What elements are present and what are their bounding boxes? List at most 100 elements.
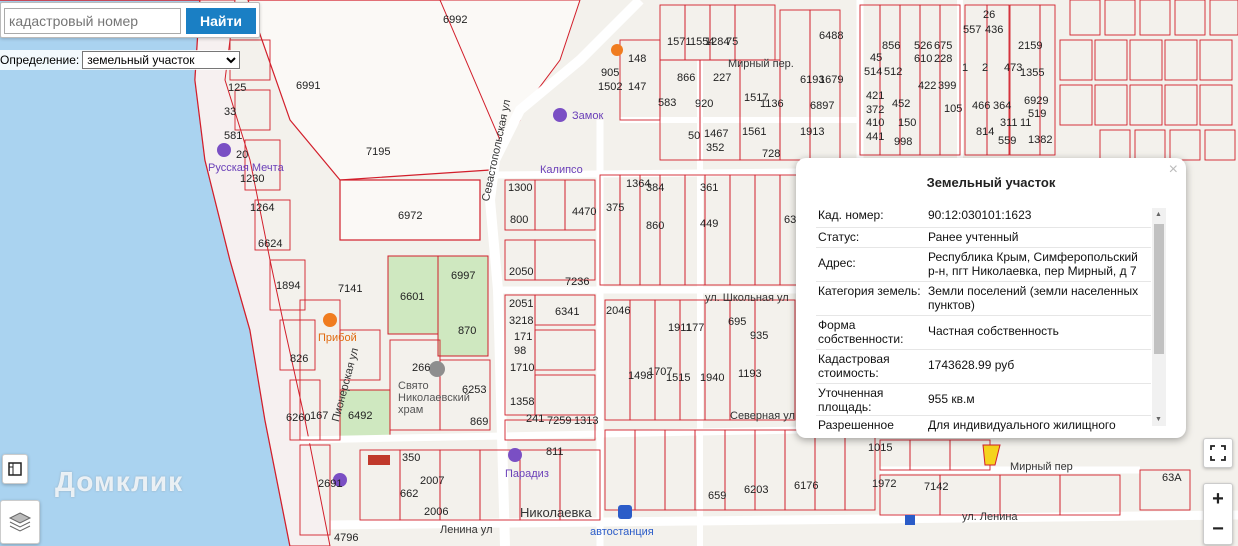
parcel-label: 856	[882, 40, 901, 52]
parcel-label: 7142	[924, 481, 949, 493]
parcel-label: 811	[546, 446, 564, 458]
parcel-label: 6492	[348, 410, 373, 422]
parcel-label: 421	[866, 90, 885, 102]
parcel-label: 6260	[286, 412, 311, 424]
detail-key: Кадастровая стоимость:	[818, 352, 890, 380]
parcel-label: 1230	[240, 173, 265, 185]
detail-value: Ранее учтенный	[928, 230, 1019, 244]
detail-value: 90:12:030101:1623	[928, 208, 1032, 222]
popup-title: Земельный участок	[926, 175, 1056, 190]
parcel-label: 148	[628, 53, 647, 65]
poi-label[interactable]: Прибой	[318, 332, 357, 344]
poi-label[interactable]: Свято Николаевский храм	[398, 380, 488, 416]
parcel-label: 473	[1004, 62, 1023, 74]
street-label: ул. Ленина	[962, 511, 1018, 523]
measure-tool-button[interactable]	[2, 454, 28, 484]
parcel-label: 171	[514, 331, 533, 343]
detail-row: Кадастровая стоимость: 1743628.99 руб	[816, 350, 1151, 384]
detail-key: Разрешенное	[818, 418, 894, 432]
scrollbar-thumb[interactable]	[1154, 224, 1164, 354]
parcel-label: 3218	[509, 315, 534, 327]
parcel-label: 800	[510, 214, 529, 226]
detail-row: Категория земель: Земли поселений (земли…	[816, 282, 1151, 316]
parcel-label: 449	[700, 218, 719, 230]
parcel-label: 6972	[398, 210, 423, 222]
parcel-label: 227	[713, 72, 732, 84]
parcel-label: 98	[514, 345, 527, 357]
parcel-label: 866	[677, 72, 696, 84]
detail-key: Кад. номер:	[818, 208, 884, 222]
detail-row: Статус: Ранее учтенный	[816, 228, 1151, 248]
poi-label[interactable]: Калипсо	[540, 164, 583, 176]
parcel-label: 6991	[296, 80, 321, 92]
popup-scrollbar[interactable]: ▲ ▼	[1152, 208, 1166, 426]
parcel-label: 105	[944, 103, 963, 115]
poi-label[interactable]: Русская Мечта	[208, 162, 284, 174]
detail-value: Частная собственность	[928, 324, 1059, 338]
parcel-label: 466	[972, 100, 991, 112]
parcel-label: 6203	[744, 484, 769, 496]
street-label: ул. Школьная ул	[705, 292, 789, 304]
search-panel: Найти	[0, 2, 260, 38]
parcel-label: 860	[646, 220, 665, 232]
parcel-label: 361	[700, 182, 719, 194]
scroll-up-icon[interactable]: ▲	[1155, 211, 1162, 218]
zoom-out-button[interactable]: −	[1212, 515, 1224, 543]
watermark-logo: Домклик	[55, 466, 184, 497]
parcel-label: 7236	[565, 276, 590, 288]
parcel-label: 45	[870, 52, 883, 64]
fullscreen-button[interactable]	[1203, 438, 1233, 468]
parcel-label: 869	[470, 416, 489, 428]
search-button[interactable]: Найти	[186, 8, 256, 34]
poi-label[interactable]: Замок	[572, 110, 603, 122]
detail-value: Для индивидуального жилищного	[928, 418, 1116, 432]
poi-label: Николаевка	[520, 505, 592, 520]
definition-row: Определение: земельный участок	[0, 50, 241, 70]
search-input[interactable]	[4, 8, 181, 34]
ruler-icon	[8, 462, 22, 476]
parcel-label: 372	[866, 104, 885, 116]
popup-details-table: Кад. номер: 90:12:030101:1623 Статус: Ра…	[816, 206, 1151, 476]
parcel-label: 1710	[510, 362, 535, 374]
zoom-in-button[interactable]: +	[1212, 485, 1224, 513]
poi-label[interactable]: автостанция	[590, 526, 654, 538]
street-label: Ленина ул	[440, 524, 493, 536]
parcel-label: 177	[686, 322, 705, 334]
parcel-label: 410	[866, 117, 885, 129]
parcel-label: 1940	[700, 372, 725, 384]
detail-key: Статус:	[818, 230, 860, 244]
close-icon[interactable]: ×	[1169, 161, 1178, 179]
definition-select[interactable]: земельный участок	[82, 51, 241, 69]
parcel-label: 1467	[704, 128, 729, 140]
parcel-label: 1	[962, 62, 969, 74]
parcel-label: 1972	[872, 478, 897, 490]
parcel-label: 1193	[738, 368, 762, 380]
layers-button[interactable]	[0, 500, 40, 544]
parcel-label: 514	[864, 66, 883, 78]
parcel-label: 2	[982, 62, 989, 74]
parcel-label: 581	[224, 130, 243, 142]
parcel-label: 6341	[555, 306, 580, 318]
parcel-label: 241	[526, 413, 545, 425]
parcel-label: 75	[726, 36, 739, 48]
parcel-label: 610	[914, 53, 933, 65]
parcel-label: 436	[985, 24, 1004, 36]
parcel-label: 4470	[572, 206, 597, 218]
parcel-label: 364	[993, 100, 1012, 112]
parcel-label: 662	[400, 488, 419, 500]
parcel-label: 20	[236, 149, 249, 161]
parcel-label: 50	[688, 130, 701, 142]
parcel-label: 6992	[443, 14, 468, 26]
poi-label[interactable]: Парадиз	[505, 468, 549, 480]
parcel-label: 6488	[819, 30, 844, 42]
scroll-down-icon[interactable]: ▼	[1155, 416, 1162, 423]
parcel-label: 375	[606, 202, 625, 214]
parcel-label: 352	[706, 142, 725, 154]
parcel-label: 1382	[1028, 134, 1053, 146]
parcel-label: 6176	[794, 480, 819, 492]
parcel-label: 7259	[547, 415, 572, 427]
definition-label: Определение:	[0, 53, 80, 67]
detail-value: 955 кв.м	[928, 392, 975, 406]
detail-key: Категория земель:	[818, 284, 921, 298]
detail-row: Разрешенное Для индивидуального жилищног…	[816, 416, 1151, 438]
